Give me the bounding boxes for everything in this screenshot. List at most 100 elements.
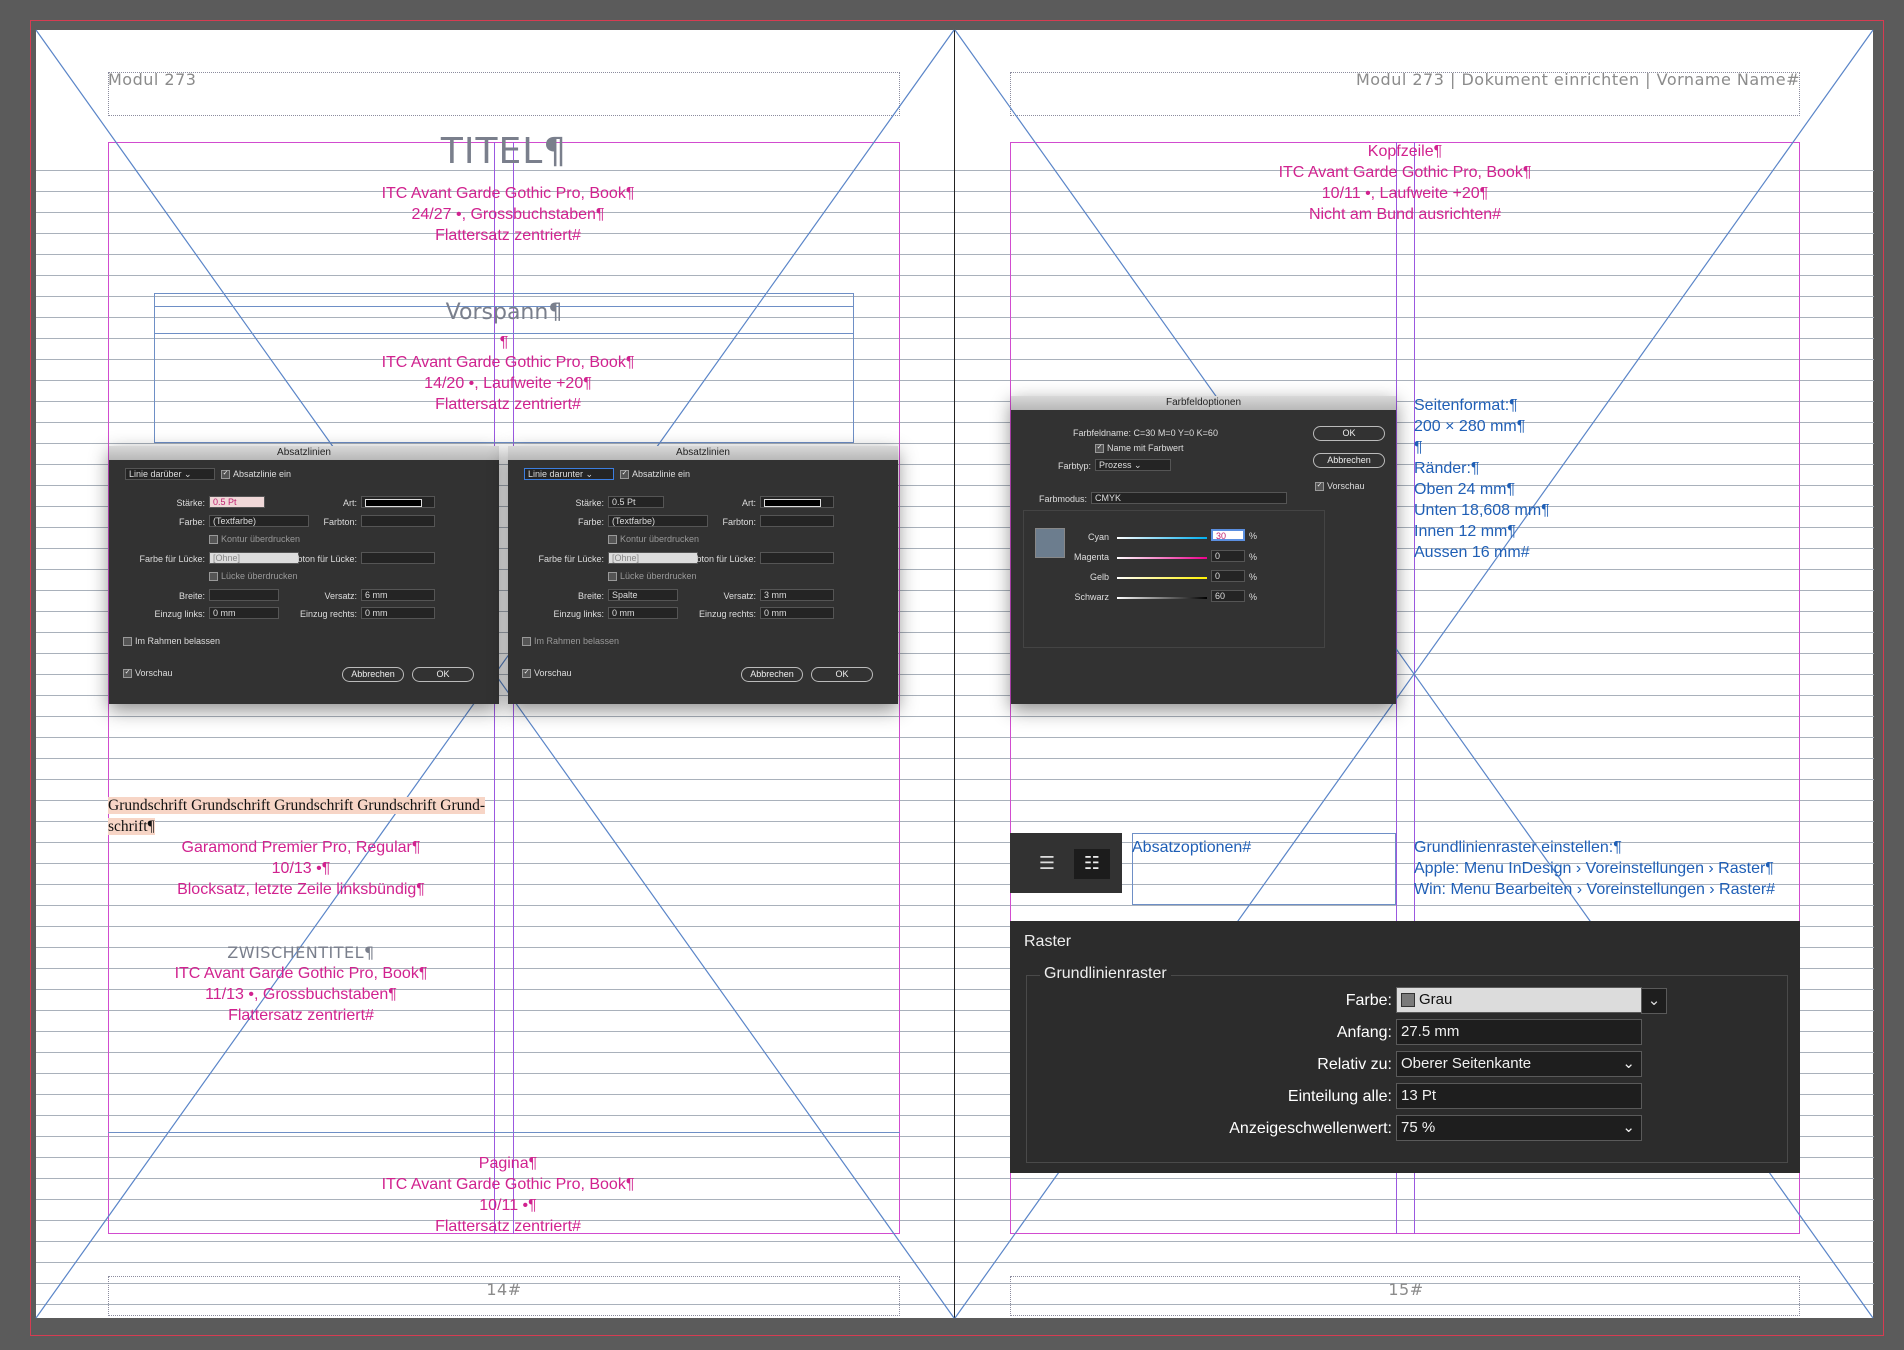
farbe-luecke-label: Farbe für Lücke: (538, 554, 604, 564)
schwarz-label: Schwarz (1074, 592, 1109, 602)
staerke-label: Stärke: (575, 498, 604, 508)
raster-preferences-panel: Raster Grundlinienraster Farbe: Grau ⌄ An… (1010, 921, 1800, 1173)
line-position-select[interactable]: Linie darüber ⌄ (125, 468, 215, 480)
cyan-field[interactable]: 30 (1211, 529, 1245, 541)
cancel-button[interactable]: Abbrechen (1313, 453, 1385, 468)
name-mit-farbwert-checkbox[interactable]: ✓ Name mit Farbwert (1095, 443, 1184, 454)
enable-rule-checkbox[interactable]: ✓ Absatzlinie ein (221, 469, 291, 480)
title-spec-3: Flattersatz zentriert# (435, 227, 581, 244)
schwarz-slider[interactable] (1117, 597, 1207, 599)
vorspann-sample: Vorspann¶ (445, 300, 563, 325)
kopfzeile-spec-3: 10/11 •, Laufweite +20¶ (1321, 185, 1489, 202)
vorspann-spec-3: Flattersatz zentriert# (435, 396, 581, 413)
line-position-select[interactable]: Linie darunter ⌄ (524, 468, 614, 480)
farbe-select[interactable]: (Textfarbe) (209, 515, 309, 527)
ok-button[interactable]: OK (811, 667, 873, 682)
farbmodus-select[interactable]: CMYK (1091, 492, 1287, 504)
format-spec-6: Unten 18,608 mm¶ (1414, 502, 1550, 519)
dialog-titlebar: Absatzlinien (109, 446, 499, 460)
farbfeldoptionen-dialog: Farbfeldoptionen Farbfeldname: C=30 M=0 … (1011, 396, 1396, 704)
farbton-label: Farbton: (722, 517, 756, 527)
art-label: Art: (741, 498, 756, 508)
gelb-slider[interactable] (1117, 577, 1207, 579)
luecke-checkbox[interactable]: Lücke überdrucken (608, 571, 697, 582)
magenta-slider[interactable] (1117, 557, 1207, 559)
body-spec-3: Blocksatz, letzte Zeile linksbündig¶ (177, 881, 425, 898)
farbe-select[interactable]: Grau ⌄ (1396, 987, 1667, 1014)
ok-button[interactable]: OK (412, 667, 474, 682)
vorschau-checkbox[interactable]: ✓ Vorschau (522, 668, 572, 679)
im-rahmen-checkbox[interactable]: Im Rahmen belassen (522, 636, 619, 647)
staerke-field[interactable]: 0.5 Pt (608, 496, 664, 508)
pagina-spec-1: Pagina¶ (478, 1155, 538, 1172)
cyan-slider[interactable] (1117, 537, 1207, 539)
vorspann-spec-1: ITC Avant Garde Gothic Pro, Book¶ (381, 354, 635, 371)
farbton-luecke-field[interactable] (760, 552, 834, 564)
breite-select[interactable] (209, 589, 279, 601)
einzug-rechts-label: Einzug rechts: (698, 609, 756, 619)
staerke-field[interactable]: 0.5 Pt (209, 496, 265, 508)
einzug-rechts-label: Einzug rechts: (299, 609, 357, 619)
farbe-select[interactable]: (Textfarbe) (608, 515, 708, 527)
breite-select[interactable]: Spalte (608, 589, 678, 601)
versatz-field[interactable]: 6 mm (361, 589, 435, 601)
gelb-field[interactable]: 0 (1211, 570, 1245, 582)
magenta-field[interactable]: 0 (1211, 550, 1245, 562)
einzug-rechts-field[interactable]: 0 mm (760, 607, 834, 619)
zwischentitel-spec-1: ITC Avant Garde Gothic Pro, Book¶ (174, 965, 428, 982)
versatz-field[interactable]: 3 mm (760, 589, 834, 601)
ok-button[interactable]: OK (1313, 426, 1385, 441)
kontur-checkbox[interactable]: Kontur überdrucken (209, 534, 300, 545)
format-spec-2: 200 × 280 mm¶ (1414, 418, 1526, 435)
justify-all-icon[interactable]: ☷ (1074, 849, 1110, 879)
einzug-rechts-field[interactable]: 0 mm (361, 607, 435, 619)
title-spec-1: ITC Avant Garde Gothic Pro, Book¶ (381, 185, 635, 202)
versatz-label: Versatz: (723, 591, 756, 601)
enable-rule-checkbox[interactable]: ✓ Absatzlinie ein (620, 469, 690, 480)
relativ-select[interactable]: Oberer Seitenkante ⌄ (1396, 1051, 1642, 1077)
align-left-icon[interactable]: ☰ (1032, 853, 1062, 875)
einteilung-field[interactable]: 13 Pt (1396, 1083, 1642, 1109)
gelb-percent: % (1249, 572, 1258, 582)
farbton-field[interactable] (361, 515, 435, 527)
format-spec-1: Seitenformat:¶ (1414, 397, 1518, 414)
kontur-checkbox[interactable]: Kontur überdrucken (608, 534, 699, 545)
left-page-number: 14# (486, 1280, 522, 1299)
einteilung-label: Einteilung alle: (1287, 1088, 1392, 1105)
farbton-field[interactable] (760, 515, 834, 527)
breite-label: Breite: (577, 591, 604, 601)
farbton-luecke-field[interactable] (361, 552, 435, 564)
art-select[interactable] (760, 496, 834, 508)
cancel-button[interactable]: Abbrechen (342, 667, 404, 682)
vorschau-checkbox[interactable]: ✓ Vorschau (1315, 481, 1365, 492)
farbmodus-label: Farbmodus: (1038, 494, 1087, 504)
schwarz-percent: % (1249, 592, 1258, 602)
schwarz-field[interactable]: 60 (1211, 590, 1245, 602)
raster-spec-3: Win: Menu Bearbeiten › Voreinstellungen … (1414, 881, 1776, 898)
cancel-button[interactable]: Abbrechen (741, 667, 803, 682)
zwischentitel-spec-3: Flattersatz zentriert# (228, 1007, 374, 1024)
zwischentitel-spec-2: 11/13 •, Grossbuchstaben¶ (205, 986, 397, 1003)
farbe-label: Farbe: (178, 517, 205, 527)
art-select[interactable] (361, 496, 435, 508)
schwelle-select[interactable]: 75 % ⌄ (1396, 1115, 1642, 1141)
format-spec-5: Oben 24 mm¶ (1414, 481, 1516, 498)
im-rahmen-checkbox[interactable]: Im Rahmen belassen (123, 636, 220, 647)
anfang-field[interactable]: 27.5 mm (1396, 1019, 1642, 1045)
chevron-down-icon: ⌄ (1622, 1119, 1635, 1136)
luecke-checkbox[interactable]: Lücke überdrucken (209, 571, 298, 582)
vorschau-checkbox[interactable]: ✓ Vorschau (123, 668, 173, 679)
format-spec-8: Aussen 16 mm# (1414, 544, 1530, 561)
right-running-header: Modul 273 | Dokument einrichten | Vornam… (1355, 70, 1800, 89)
farbe-label: Farbe: (1345, 992, 1392, 1009)
chevron-down-icon[interactable]: ⌄ (1641, 988, 1667, 1014)
kopfzeile-spec-1: Kopfzeile¶ (1367, 143, 1443, 160)
absatzoptionen-label: Absatzoptionen# (1132, 839, 1252, 856)
kopfzeile-spec-4: Nicht am Bund ausrichten# (1308, 206, 1502, 223)
pagina-spec-2: ITC Avant Garde Gothic Pro, Book¶ (381, 1176, 635, 1193)
einzug-links-label: Einzug links: (553, 609, 604, 619)
einzug-links-label: Einzug links: (154, 609, 205, 619)
farbtyp-select[interactable]: Prozess ⌄ (1095, 459, 1171, 471)
farbton-luecke-label: Farbton für Lücke: (682, 554, 756, 564)
format-spec-7: Innen 12 mm¶ (1414, 523, 1516, 540)
